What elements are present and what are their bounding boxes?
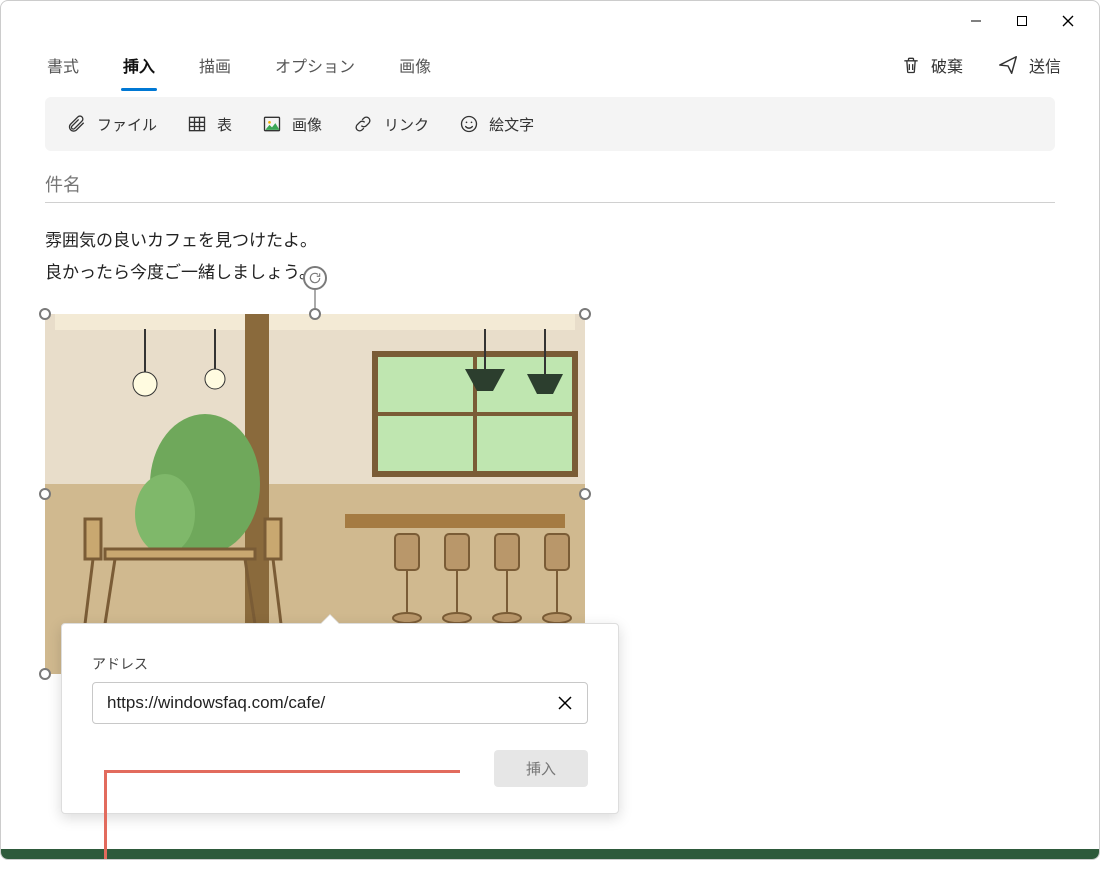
- maximize-icon: [1016, 15, 1028, 27]
- tab-draw[interactable]: 描画: [197, 47, 233, 83]
- resize-handle-tr[interactable]: [579, 308, 591, 320]
- link-icon: [352, 114, 374, 134]
- address-label: アドレス: [92, 654, 588, 674]
- resize-handle-tl[interactable]: [39, 308, 51, 320]
- close-button[interactable]: [1045, 5, 1091, 37]
- ribbon-actions: 破棄 送信: [893, 47, 1069, 83]
- tab-format[interactable]: 書式: [45, 47, 81, 83]
- send-button[interactable]: 送信: [989, 47, 1069, 83]
- insert-link-button[interactable]: リンク: [352, 114, 429, 135]
- insert-link-label: リンク: [384, 114, 429, 135]
- insert-table-label: 表: [217, 114, 232, 135]
- insert-image-button[interactable]: 画像: [262, 114, 322, 135]
- clear-address-button[interactable]: [553, 691, 577, 715]
- tab-options[interactable]: オプション: [273, 47, 357, 83]
- resize-handle-ml[interactable]: [39, 488, 51, 500]
- rotate-icon: [308, 271, 322, 285]
- send-icon: [997, 54, 1019, 76]
- insert-file-button[interactable]: ファイル: [67, 114, 157, 135]
- discard-button[interactable]: 破棄: [893, 47, 971, 83]
- address-input-wrap: [92, 682, 588, 724]
- inserted-image-selection[interactable]: [45, 314, 585, 674]
- resize-handle-mr[interactable]: [579, 488, 591, 500]
- tab-picture[interactable]: 画像: [397, 47, 433, 83]
- message-body[interactable]: 雰囲気の良いカフェを見つけたよ。 良かったら今度ご一緒しましょう。: [45, 225, 1055, 674]
- discard-label: 破棄: [931, 53, 963, 77]
- cafe-image: [45, 314, 585, 674]
- insert-image-label: 画像: [292, 114, 322, 135]
- annotation-bracket: [104, 770, 460, 860]
- body-line-1: 雰囲気の良いカフェを見つけたよ。: [45, 225, 1055, 257]
- close-icon: [557, 695, 573, 711]
- insert-file-label: ファイル: [97, 114, 157, 135]
- popup-insert-button[interactable]: 挿入: [494, 750, 588, 787]
- tab-bar: 書式 挿入 描画 オプション 画像: [45, 47, 893, 83]
- insert-toolbar: ファイル 表 画像 リンク 絵文字: [45, 97, 1055, 151]
- ribbon-tabs-row: 書式 挿入 描画 オプション 画像 破棄 送信: [1, 41, 1099, 89]
- insert-emoji-button[interactable]: 絵文字: [459, 114, 534, 135]
- send-label: 送信: [1029, 53, 1061, 77]
- tab-insert[interactable]: 挿入: [121, 47, 157, 83]
- image-icon: [262, 114, 282, 134]
- insert-table-button[interactable]: 表: [187, 114, 232, 135]
- resize-handle-bl[interactable]: [39, 668, 51, 680]
- subject-field[interactable]: 件名: [45, 165, 1055, 203]
- maximize-button[interactable]: [999, 5, 1045, 37]
- compose-window: 書式 挿入 描画 オプション 画像 破棄 送信 ファイル 表: [0, 0, 1100, 860]
- minimize-icon: [970, 15, 982, 27]
- titlebar: [1, 1, 1099, 41]
- body-line-2: 良かったら今度ご一緒しましょう。: [45, 257, 1055, 289]
- trash-icon: [901, 55, 921, 75]
- popup-caret: [320, 615, 340, 625]
- rotate-stem: [314, 290, 316, 308]
- table-icon: [187, 114, 207, 134]
- resize-handle-tm[interactable]: [309, 308, 321, 320]
- insert-emoji-label: 絵文字: [489, 114, 534, 135]
- subject-placeholder: 件名: [45, 171, 81, 197]
- minimize-button[interactable]: [953, 5, 999, 37]
- address-input[interactable]: [107, 693, 553, 713]
- rotate-handle[interactable]: [303, 266, 327, 290]
- close-icon: [1061, 14, 1075, 28]
- attachment-icon: [67, 114, 87, 134]
- emoji-icon: [459, 114, 479, 134]
